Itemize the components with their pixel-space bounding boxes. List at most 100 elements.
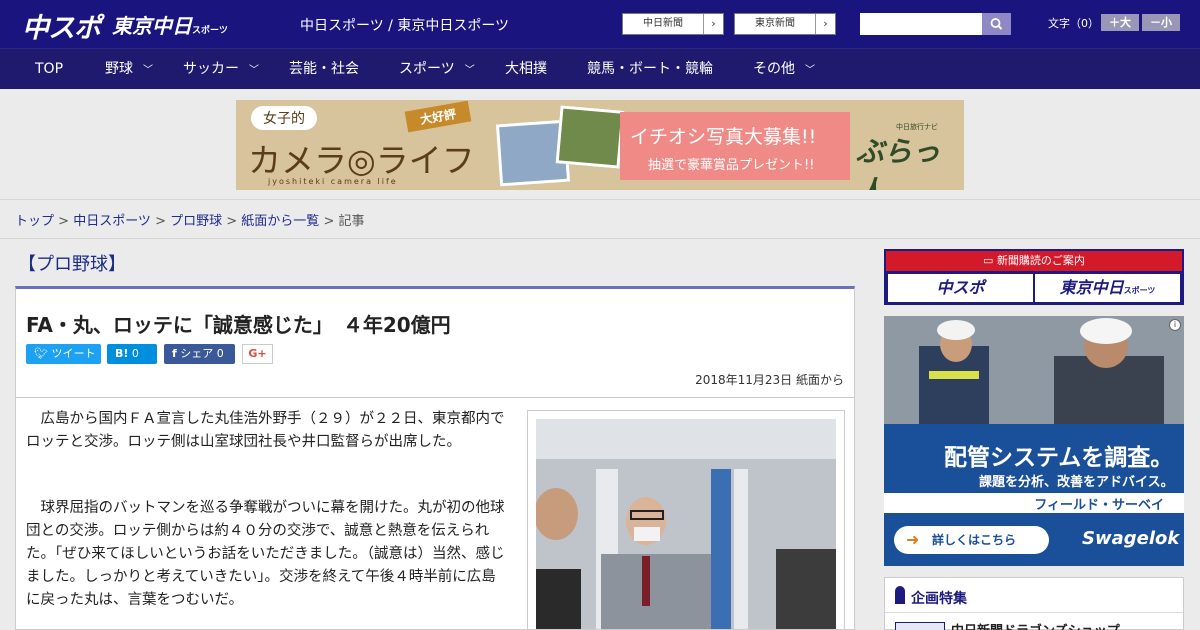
facebook-share-button[interactable]: f シェア 0 <box>164 344 235 364</box>
hatena-bookmark-button[interactable]: B! 0 <box>107 344 157 364</box>
font-size-label: 文字（0） <box>1048 17 1099 30</box>
swagelok-ad[interactable]: i 配管システムを調査。 課題を分析、改善をアドバイス。 フィールド・サーベイ … <box>884 316 1184 566</box>
chevron-right-icon: › <box>815 14 835 34</box>
font-smaller-button[interactable]: －小 <box>1142 14 1180 31</box>
banner-promo-line2: 抽選で豪華賞品プレゼント!! <box>648 158 815 173</box>
article-photo[interactable] <box>536 419 836 629</box>
banner-promo: イチオシ写真大募集!! 抽選で豪華賞品プレゼント!! <box>620 112 850 180</box>
article-category[interactable]: 【プロ野球】 <box>18 250 126 276</box>
nav-item-baseball[interactable]: 野球 ﹀ <box>105 49 153 89</box>
google-plus-button[interactable]: G+ <box>242 344 273 364</box>
article-body: 広島から国内ＦＡ宣言した丸佳浩外野手（２９）が２２日、東京都内でロッテと交渉。ロ… <box>15 398 855 630</box>
camera-life-banner[interactable]: 女子的 カメラ◎ライフ jyoshiteki camera life 大好評 イ… <box>236 100 964 190</box>
subscribe-tokyo-chunichi-label: 東京中日 <box>1059 278 1124 297</box>
nav-label: 野球 <box>105 61 133 77</box>
hatena-count: 0 <box>131 347 139 360</box>
subscription-header: ▭ 新聞購読のご案内 <box>886 251 1182 271</box>
feature-section: 企画特集 中日新聞ドラゴンズショップ <box>884 577 1184 630</box>
subscribe-tokyo-chunichi-button[interactable]: 東京中日スポーツ <box>1035 274 1180 302</box>
ad-band-text: フィールド・サーベイ <box>1034 498 1164 513</box>
chevron-down-icon: ﹀ <box>805 65 815 76</box>
facebook-share-label: シェア <box>180 347 214 360</box>
subscription-header-text: 新聞購読のご案内 <box>996 254 1085 267</box>
feature-item[interactable]: 中日新聞ドラゴンズショップ <box>951 620 1120 630</box>
ad-headline: 配管システムを調査。 <box>944 445 1174 471</box>
nav-label: 競馬・ボート・競輪 <box>587 61 713 77</box>
breadcrumb-separator: > <box>222 214 242 229</box>
tokyo-chunichi-logo-text: 東京中日 <box>112 14 192 38</box>
divider <box>0 238 1200 239</box>
ribbon-icon <box>895 586 905 604</box>
banner-flag: 大好評 <box>404 100 472 133</box>
ad-brand-logo: Swagelok <box>1082 528 1180 549</box>
facebook-icon: f <box>172 347 177 360</box>
nav-label: TOP <box>35 61 64 77</box>
article-paragraph: 球界屈指のバットマンを巡る争奪戦がついに幕を開けた。丸が初の他球団との交渉。ロッ… <box>26 500 505 608</box>
search-input[interactable] <box>860 13 982 35</box>
site-names: 中日スポーツ / 東京中日スポーツ <box>300 18 510 34</box>
tweet-button[interactable]: 🐦︎ ツイート <box>26 344 101 364</box>
facebook-count: 0 <box>216 347 224 360</box>
nav-label: 大相撲 <box>505 61 547 77</box>
nav-label: スポーツ <box>399 61 455 77</box>
feature-title: 企画特集 <box>911 591 967 607</box>
tokyo-shimbun-link[interactable]: 東京新聞 › <box>734 13 836 35</box>
chunichi-sports-logo[interactable]: 中スポ <box>22 6 101 45</box>
breadcrumb-current: 記事 <box>338 214 365 229</box>
chevron-down-icon: ﹀ <box>249 65 259 76</box>
banner-photo-raccoon <box>555 105 625 169</box>
ad-photo <box>884 316 1184 424</box>
article-date-source: 2018年11月23日 紙面から <box>695 373 844 387</box>
nav-item-sports[interactable]: スポーツ ﹀ <box>399 49 475 89</box>
breadcrumb-pro-baseball[interactable]: プロ野球 <box>170 214 222 229</box>
article-paragraph: 広島から国内ＦＡ宣言した丸佳浩外野手（２９）が２２日、東京都内でロッテと交渉。ロ… <box>26 411 505 450</box>
main-nav: TOP 野球 ﹀ サッカー ﹀ 芸能・社会 スポーツ ﹀ 大相撲 競馬・ボート・競輪 … <box>0 48 1200 89</box>
subscribe-tokyo-chunichi-sub: スポーツ <box>1123 286 1156 295</box>
feature-thumbnail[interactable] <box>895 622 945 630</box>
newspaper-icon: ▭ <box>983 254 997 267</box>
top-header: 中スポ 東京中日スポーツ 中日スポーツ / 東京中日スポーツ 中日新聞 › 東京… <box>0 0 1200 48</box>
tokyo-chunichi-logo-sub: スポーツ <box>192 26 228 36</box>
player-photo-illustration <box>536 419 836 629</box>
breadcrumb-separator: > <box>319 214 339 229</box>
breadcrumb-separator: > <box>150 214 171 229</box>
ad-info-icon[interactable]: i <box>1169 319 1181 331</box>
tokyo-shimbun-label: 東京新聞 <box>755 18 795 29</box>
chevron-down-icon: ﹀ <box>143 65 153 76</box>
breadcrumb-chunichi-sports[interactable]: 中日スポーツ <box>73 214 151 229</box>
chunichi-shimbun-link[interactable]: 中日新聞 › <box>622 13 724 35</box>
nav-item-entertainment[interactable]: 芸能・社会 <box>289 49 359 89</box>
ad-details-button[interactable]: ➜ 詳しくはこちら <box>894 526 1049 554</box>
article-photo-frame <box>527 410 845 629</box>
ad-cta-label: 詳しくはこちら <box>932 533 1017 547</box>
breadcrumb-top[interactable]: トップ <box>15 214 54 229</box>
banner-main-text: カメラ◎ライフ <box>248 141 475 180</box>
font-larger-button[interactable]: ＋大 <box>1101 14 1139 31</box>
nav-item-racing[interactable]: 競馬・ボート・競輪 <box>587 49 713 89</box>
breadcrumb-separator: > <box>54 214 74 229</box>
subscription-box: ▭ 新聞購読のご案内 中スポ 東京中日スポーツ <box>884 249 1184 305</box>
arrow-right-icon: ➜ <box>906 530 920 549</box>
article-title: FA・丸、ロッテに「誠意感じた」 ４年20億円 <box>26 313 451 337</box>
nav-item-top[interactable]: TOP <box>35 49 63 89</box>
banner-tag: 女子的 <box>251 106 317 130</box>
search-button[interactable] <box>982 13 1011 35</box>
breadcrumb-paper-list[interactable]: 紙面から一覧 <box>241 214 319 229</box>
search-icon <box>990 18 1003 30</box>
tokyo-chunichi-logo[interactable]: 東京中日スポーツ <box>112 10 228 39</box>
nav-item-sumo[interactable]: 大相撲 <box>505 49 547 89</box>
nav-item-other[interactable]: その他 ﹀ <box>753 49 815 89</box>
subscribe-chunichi-sports-button[interactable]: 中スポ <box>888 274 1033 302</box>
nav-item-soccer[interactable]: サッカー ﹀ <box>183 49 259 89</box>
ad-workers-illustration <box>884 316 1184 424</box>
banner-promo-line1: イチオシ写真大募集!! <box>630 126 817 148</box>
banner-area: 女子的 カメラ◎ライフ jyoshiteki camera life 大好評 イ… <box>0 89 1200 200</box>
nav-label: サッカー <box>183 61 239 77</box>
nav-label: その他 <box>753 61 795 77</box>
divider <box>885 612 1183 613</box>
ad-subline: 課題を分析、改善をアドバイス。 <box>979 475 1174 490</box>
chunichi-shimbun-label: 中日新聞 <box>643 18 683 29</box>
tweet-label: ツイート <box>51 347 96 360</box>
banner-brand: ぶらっ人 <box>856 135 941 190</box>
article-header: FA・丸、ロッテに「誠意感じた」 ４年20億円 🐦︎ ツイート B! 0 f シ… <box>15 286 855 398</box>
